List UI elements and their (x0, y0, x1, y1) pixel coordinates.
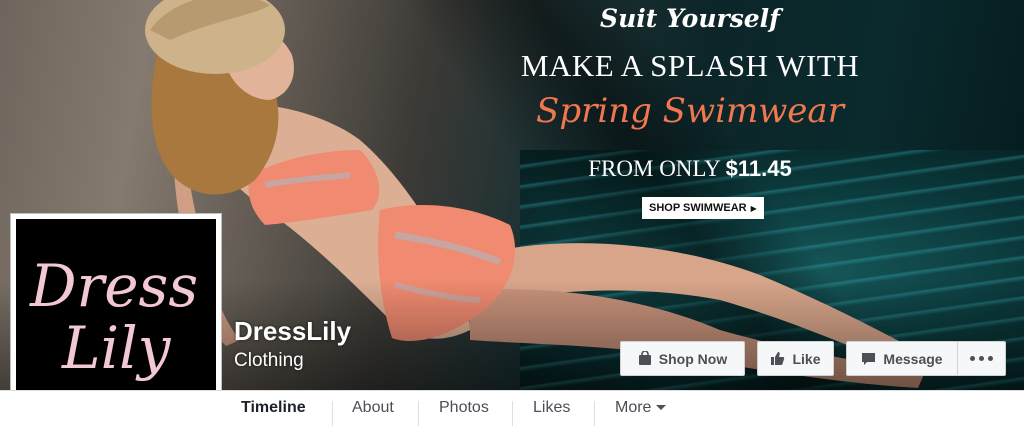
like-button[interactable]: Like (757, 341, 834, 376)
page-title[interactable]: DressLily (234, 316, 351, 347)
tab-divider (512, 401, 513, 426)
tab-more-label: More (615, 399, 652, 416)
shop-swimwear-button[interactable]: SHOP SWIMWEAR ▶ (642, 197, 764, 219)
promo-price: $11.45 (725, 156, 792, 181)
promo-price-row: FROM ONLY $11.45 (480, 156, 900, 182)
page-nav-bar: Timeline About Photos Likes More (0, 390, 1024, 426)
tab-divider (332, 401, 333, 426)
shopping-bag-icon (638, 351, 652, 366)
message-label: Message (883, 350, 943, 367)
tab-divider (594, 401, 595, 426)
tab-divider (418, 401, 419, 426)
tab-likes[interactable]: Likes (533, 391, 570, 426)
tab-more[interactable]: More (615, 391, 667, 426)
logo-text-lily: Lily (62, 314, 171, 382)
promo-headline: MAKE A SPLASH WITH (520, 48, 860, 83)
thumbs-up-icon (770, 351, 785, 366)
more-options-button[interactable] (957, 341, 1006, 376)
promo-script-line: Suit Yourself (600, 4, 780, 33)
shop-now-button[interactable]: Shop Now (620, 341, 745, 376)
dresslily-logo: Dress Lily (16, 219, 216, 419)
promo-accent-line: Spring Swimwear (536, 91, 844, 131)
tab-about[interactable]: About (352, 391, 394, 426)
tab-timeline[interactable]: Timeline (241, 391, 306, 426)
tab-photos[interactable]: Photos (439, 391, 489, 426)
like-label: Like (792, 350, 821, 367)
chat-bubble-icon (861, 352, 876, 366)
page-category[interactable]: Clothing (234, 350, 304, 372)
message-button[interactable]: Message (846, 341, 958, 376)
promo-price-prefix: FROM ONLY (588, 156, 720, 181)
shop-swimwear-label: SHOP SWIMWEAR (649, 202, 747, 214)
more-dots-icon (970, 356, 993, 361)
play-arrow-icon: ▶ (750, 204, 757, 213)
logo-text-dress: Dress (30, 252, 199, 320)
caret-down-icon (656, 405, 667, 411)
shop-now-label: Shop Now (658, 350, 728, 367)
